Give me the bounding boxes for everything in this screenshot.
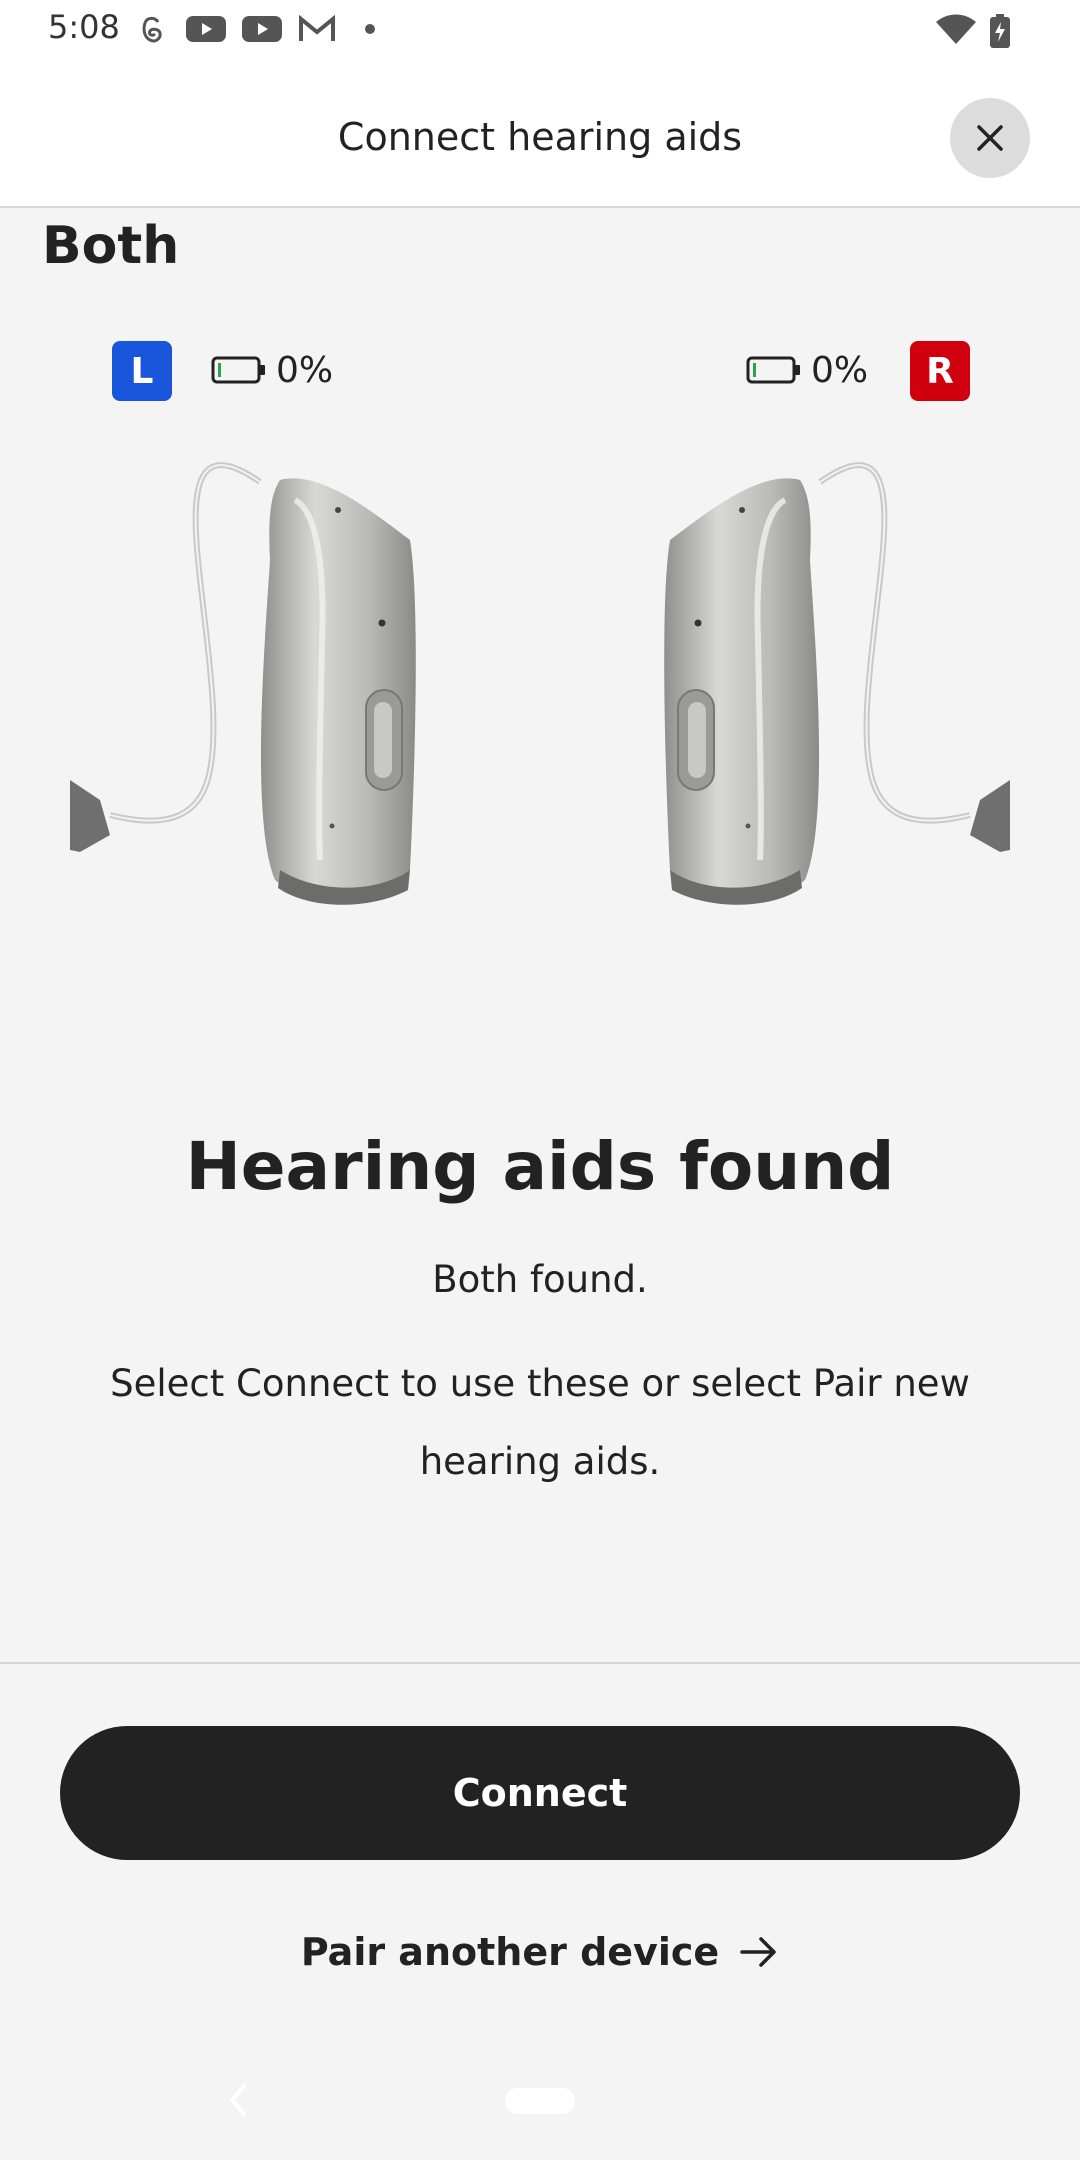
result-description: Select Connect to use these or select Pa… — [110, 1362, 970, 1483]
pair-link-label: Pair another device — [300, 1930, 720, 1974]
close-button[interactable] — [950, 98, 1030, 178]
youtube-icon — [242, 16, 282, 42]
right-badge: R — [910, 341, 970, 401]
gmail-icon — [299, 14, 335, 41]
battery-icon — [211, 356, 265, 384]
wifi-icon — [936, 14, 976, 44]
close-icon — [977, 125, 1003, 151]
status-bar: 5:08 — [0, 0, 1080, 60]
connect-button-label: Connect — [452, 1771, 628, 1815]
home-nav-handle[interactable] — [505, 2088, 575, 2114]
threads-icon — [142, 16, 162, 43]
battery-icon — [746, 356, 800, 384]
result-title: Hearing aids found — [185, 1128, 895, 1205]
dot-icon — [365, 24, 375, 34]
left-battery-level: 0% — [276, 350, 334, 391]
pair-another-device-link[interactable]: Pair another device — [0, 1922, 1080, 1982]
status-time: 5:08 — [48, 8, 120, 46]
right-hearing-aid-image — [664, 462, 1010, 905]
arrow-right-icon — [740, 1937, 776, 1967]
battery-charging-icon — [990, 14, 1010, 48]
side-label: Both — [42, 216, 180, 276]
youtube-icon — [186, 16, 226, 42]
left-badge: L — [112, 341, 172, 401]
app-header: Connect hearing aids — [0, 60, 1080, 208]
connect-button[interactable]: Connect — [60, 1726, 1020, 1860]
right-battery-level: 0% — [811, 350, 869, 391]
back-nav-icon[interactable] — [228, 2082, 248, 2118]
result-subtitle: Both found. — [432, 1258, 648, 1301]
divider — [0, 1662, 1080, 1664]
page-title: Connect hearing aids — [337, 115, 743, 159]
left-hearing-aid-image — [70, 462, 416, 905]
